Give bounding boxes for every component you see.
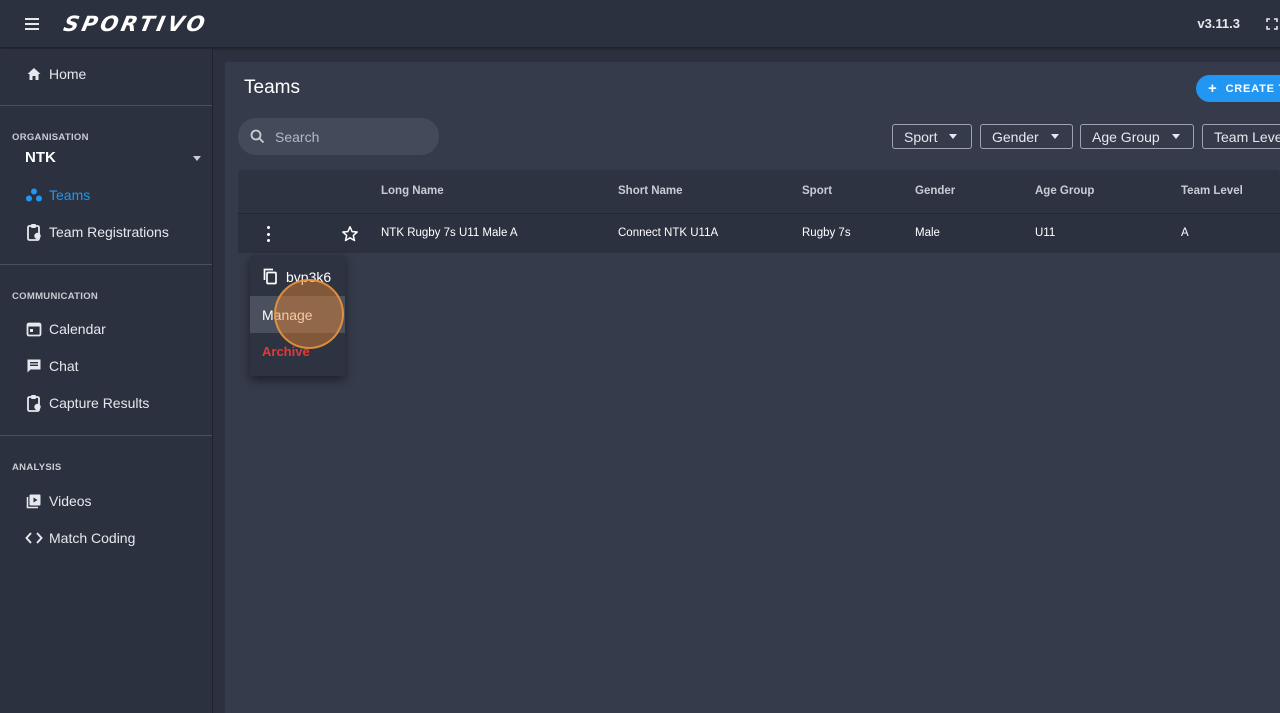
- sidebar-item-label: Home: [49, 66, 87, 82]
- sidebar-item-label: Videos: [49, 493, 92, 509]
- sidebar-item-chat[interactable]: Chat: [0, 348, 212, 384]
- column-header-age-group[interactable]: Age Group: [1035, 185, 1094, 197]
- sidebar-item-label: Chat: [49, 358, 79, 374]
- sidebar: Home ORGANISATION NTK Teams Team Registr…: [0, 49, 213, 713]
- sidebar-item-label: Calendar: [49, 321, 106, 337]
- column-header-sport[interactable]: Sport: [802, 185, 832, 197]
- code-icon: [25, 529, 43, 547]
- archive-menu-item[interactable]: Archive: [250, 333, 345, 370]
- video-library-icon: [25, 492, 43, 510]
- divider: [0, 264, 212, 265]
- column-header-team-level[interactable]: Team Level: [1181, 185, 1243, 197]
- column-header-long-name[interactable]: Long Name: [381, 185, 444, 197]
- row-context-menu: bvp3k6 Manage Archive: [250, 255, 345, 376]
- menu-item-label: Manage: [262, 306, 313, 323]
- divider: [0, 435, 212, 436]
- copy-icon: [263, 268, 277, 285]
- calendar-icon: [25, 320, 43, 338]
- filter-team-level[interactable]: Team Leve: [1202, 124, 1280, 149]
- sidebar-item-team-registrations[interactable]: Team Registrations: [0, 214, 212, 250]
- clipboard-icon: [25, 394, 43, 412]
- main-panel: Teams + CREATE T Sport Gender Age Group …: [225, 62, 1280, 713]
- teams-table: Long Name Short Name Sport Gender Age Gr…: [238, 170, 1280, 253]
- copy-code-menu-item[interactable]: bvp3k6: [250, 258, 345, 295]
- section-label-communication: COMMUNICATION: [12, 291, 99, 302]
- column-header-gender[interactable]: Gender: [915, 185, 955, 197]
- table-header: Long Name Short Name Sport Gender Age Gr…: [238, 170, 1280, 213]
- sidebar-item-label: Team Registrations: [49, 224, 169, 240]
- sidebar-item-teams[interactable]: Teams: [0, 177, 212, 213]
- chevron-down-icon[interactable]: [193, 156, 201, 161]
- create-button-label: CREATE T: [1225, 82, 1280, 95]
- manage-menu-item[interactable]: Manage: [250, 296, 345, 333]
- cell-age-group: U11: [1035, 227, 1056, 239]
- sidebar-item-label: Capture Results: [49, 395, 150, 411]
- team-code: bvp3k6: [286, 268, 332, 285]
- sidebar-item-capture-results[interactable]: Capture Results: [0, 385, 212, 421]
- app-version: v3.11.3: [1197, 16, 1240, 31]
- page-title: Teams: [244, 77, 300, 98]
- table-row[interactable]: NTK Rugby 7s U11 Male A Connect NTK U11A…: [238, 213, 1280, 253]
- chevron-down-icon: [1050, 134, 1059, 139]
- sidebar-item-label: Match Coding: [49, 530, 136, 546]
- filter-label: Gender: [992, 128, 1039, 145]
- cell-long-name: NTK Rugby 7s U11 Male A: [381, 227, 518, 239]
- cell-short-name: Connect NTK U11A: [618, 227, 719, 239]
- filter-label: Team Leve: [1214, 128, 1280, 145]
- sidebar-item-label: Teams: [49, 187, 91, 203]
- divider: [0, 105, 212, 106]
- sidebar-item-match-coding[interactable]: Match Coding: [0, 520, 212, 556]
- create-team-button[interactable]: + CREATE T: [1196, 75, 1280, 102]
- more-vert-icon[interactable]: [265, 226, 271, 242]
- filter-label: Age Group: [1092, 128, 1160, 145]
- cell-sport: Rugby 7s: [802, 227, 851, 239]
- hamburger-menu-icon[interactable]: [20, 14, 44, 34]
- chevron-down-icon: [1171, 134, 1180, 139]
- brand-logo[interactable]: SPORTIVO: [61, 12, 210, 36]
- chat-icon: [25, 357, 43, 375]
- cell-team-level: A: [1181, 227, 1189, 239]
- filter-gender[interactable]: Gender: [980, 124, 1073, 149]
- sidebar-item-home[interactable]: Home: [0, 56, 212, 92]
- filter-label: Sport: [904, 128, 938, 145]
- column-header-short-name[interactable]: Short Name: [618, 185, 683, 197]
- clipboard-icon: [25, 223, 43, 241]
- filter-age-group[interactable]: Age Group: [1080, 124, 1194, 149]
- search-input[interactable]: [275, 128, 425, 145]
- star-icon[interactable]: [341, 225, 359, 243]
- cell-gender: Male: [915, 227, 940, 239]
- teams-icon: [25, 186, 43, 204]
- menu-item-label: Archive: [262, 344, 310, 359]
- search-icon: [250, 129, 265, 144]
- fullscreen-icon[interactable]: [1266, 18, 1278, 30]
- home-icon: [25, 65, 43, 83]
- plus-icon: +: [1208, 80, 1218, 97]
- chevron-down-icon: [949, 134, 958, 139]
- sidebar-item-videos[interactable]: Videos: [0, 483, 212, 519]
- top-app-bar: SPORTIVO v3.11.3: [0, 0, 1280, 48]
- sidebar-item-calendar[interactable]: Calendar: [0, 311, 212, 347]
- section-label-organisation: ORGANISATION: [12, 132, 89, 143]
- section-label-analysis: ANALYSIS: [12, 462, 62, 473]
- filter-sport[interactable]: Sport: [892, 124, 972, 149]
- search-bar[interactable]: [238, 118, 439, 155]
- organisation-select[interactable]: NTK: [25, 149, 205, 169]
